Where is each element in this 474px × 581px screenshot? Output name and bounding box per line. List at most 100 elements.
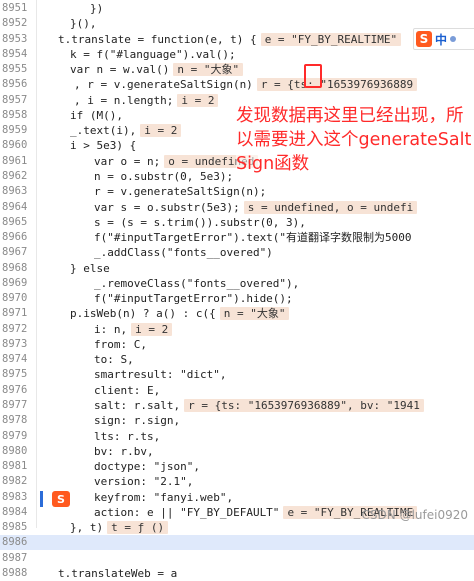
line-number[interactable]: 8951 — [2, 1, 34, 16]
inline-value-hint: n = "大象" — [173, 63, 244, 77]
code-line[interactable]: 8972 i: n, i = 2 — [0, 322, 474, 337]
code-statement: version: "2.1", — [94, 475, 194, 489]
line-number[interactable]: 8954 — [2, 47, 34, 62]
code-editor[interactable]: 8951}) 8952}(), 8953 t.translate = function… — [0, 0, 474, 580]
sogou-small-icon[interactable]: S — [52, 491, 70, 507]
ime-toolbar[interactable]: S 中 — [413, 28, 474, 50]
line-number[interactable]: 8978 — [2, 413, 34, 428]
code-text: var o = n; o = undefined — [94, 154, 259, 169]
line-number[interactable]: 8959 — [2, 123, 34, 138]
code-line[interactable]: 8988 t.translateWeb = a — [0, 566, 474, 581]
code-statement: , i = n.length; — [74, 93, 174, 107]
line-number[interactable]: 8981 — [2, 459, 34, 474]
line-number[interactable]: 8958 — [2, 108, 34, 123]
code-statement: f("#inputTargetError").hide(); — [94, 292, 293, 306]
code-line[interactable]: 8973 from: C, — [0, 337, 474, 352]
code-text: t.translate = function(e, t) {e = "FY_BY… — [58, 32, 402, 47]
line-number[interactable]: 8962 — [2, 169, 34, 184]
line-number[interactable]: 8972 — [2, 322, 34, 337]
line-number[interactable]: 8983 — [2, 490, 34, 505]
code-text: r = v.generateSaltSign(n); — [94, 184, 266, 199]
line-number[interactable]: 8976 — [2, 383, 34, 398]
code-text: _.addClass("fonts__overed") — [94, 245, 273, 260]
code-line[interactable]: 8979 lts: r.ts, — [0, 429, 474, 444]
line-number[interactable]: 8960 — [2, 138, 34, 153]
code-text: smartresult: "dict", — [94, 367, 226, 382]
code-text: _.removeClass("fonts__overed"), — [94, 276, 299, 291]
code-line[interactable]: 8980 bv: r.bv, — [0, 444, 474, 459]
code-line[interactable]: 8967 _.addClass("fonts__overed") — [0, 245, 474, 260]
line-number[interactable]: 8969 — [2, 276, 34, 291]
code-line[interactable]: 8963 r = v.generateSaltSign(n); — [0, 184, 474, 199]
code-text: keyfrom: "fanyi.web", — [94, 490, 233, 505]
code-line[interactable]: 8953 t.translate = function(e, t) {e = "F… — [0, 32, 474, 47]
sogou-logo-icon[interactable]: S — [416, 31, 432, 47]
code-line[interactable]: 8982 version: "2.1", — [0, 474, 474, 489]
line-number[interactable]: 8952 — [2, 16, 34, 31]
code-line[interactable]: 8951}) — [0, 1, 474, 16]
line-number[interactable]: 8975 — [2, 367, 34, 382]
ime-mode-indicator[interactable]: 中 — [435, 31, 447, 48]
code-statement: t.translateWeb = a — [58, 566, 178, 580]
line-number[interactable]: 8966 — [2, 230, 34, 245]
line-number[interactable]: 8956 — [2, 77, 34, 92]
code-line[interactable]: 8954 k = f("#language").val(); — [0, 47, 474, 62]
code-line[interactable]: 8977 salt: r.salt, r = {ts: "1653976936889… — [0, 398, 474, 413]
code-line[interactable]: 8987 — [0, 551, 474, 566]
code-line[interactable]: 8970 f("#inputTargetError").hide(); — [0, 291, 474, 306]
line-number[interactable]: 8984 — [2, 505, 34, 520]
code-line[interactable]: 8965 s = (s = s.trim()).substr(0, 3), — [0, 215, 474, 230]
code-text: doctype: "json", — [94, 459, 200, 474]
code-line[interactable]: 8976 client: E, — [0, 383, 474, 398]
line-number[interactable]: 8973 — [2, 337, 34, 352]
code-line[interactable]: 8981 doctype: "json", — [0, 459, 474, 474]
code-line[interactable]: 8971 p.isWeb(n) ? a() : c({n = "大象" — [0, 306, 474, 321]
line-number[interactable]: 8961 — [2, 154, 34, 169]
line-number[interactable]: 8979 — [2, 429, 34, 444]
code-line[interactable]: 8983 keyfrom: "fanyi.web", — [0, 490, 474, 505]
execution-line-marker — [40, 491, 43, 507]
line-number[interactable]: 8982 — [2, 474, 34, 489]
inline-value-hint: i = 2 — [140, 124, 182, 138]
ime-status-dot-icon — [450, 36, 457, 42]
code-statement: var o = n; — [94, 154, 161, 168]
code-statement: keyfrom: "fanyi.web", — [94, 490, 234, 504]
code-line[interactable]: 8978 sign: r.sign, — [0, 413, 474, 428]
code-statement: , r = v.generateSaltSign(n) — [74, 78, 253, 92]
code-statement: s = (s = s.trim()).substr(0, 3), — [94, 215, 306, 229]
code-line[interactable]: 8956 , r = v.generateSaltSign(n) r = {ts: … — [0, 77, 474, 92]
code-statement: smartresult: "dict", — [94, 368, 227, 382]
line-number[interactable]: 8963 — [2, 184, 34, 199]
line-number[interactable]: 8970 — [2, 291, 34, 306]
code-statement: i: n, — [94, 322, 128, 336]
code-line[interactable]: 8964 var s = o.substr(5e3); s = undefined,… — [0, 200, 474, 215]
line-number[interactable]: 8988 — [2, 566, 34, 581]
line-number[interactable]: 8957 — [2, 93, 34, 108]
line-number[interactable]: 8965 — [2, 215, 34, 230]
line-number[interactable]: 8980 — [2, 444, 34, 459]
line-number[interactable]: 8986 — [2, 535, 34, 550]
code-text: to: S, — [94, 352, 134, 367]
line-number[interactable]: 8955 — [2, 62, 34, 77]
code-line[interactable]: 8955 var n = w.val() n = "大象" — [0, 62, 474, 77]
code-statement: r = v.generateSaltSign(n); — [94, 185, 267, 199]
code-line[interactable]: 8952}(), — [0, 16, 474, 31]
code-line[interactable]: 8966 f("#inputTargetError").text("有道翻译字数限… — [0, 230, 474, 245]
code-line[interactable]: 8968 } else — [0, 261, 474, 276]
code-statement: } else — [70, 261, 110, 275]
annotation-note: 发现数据再这里已经出现，所以需要进入这个generateSaltSign函数 — [236, 106, 472, 174]
line-number[interactable]: 8987 — [2, 551, 34, 566]
line-number[interactable]: 8964 — [2, 200, 34, 215]
line-number[interactable]: 8967 — [2, 245, 34, 260]
line-number[interactable]: 8977 — [2, 398, 34, 413]
code-statement: salt: r.salt, — [94, 399, 181, 413]
code-line[interactable]: 8975 smartresult: "dict", — [0, 367, 474, 382]
code-line[interactable]: 8986 — [0, 535, 474, 551]
line-number[interactable]: 8953 — [2, 32, 34, 47]
line-number[interactable]: 8968 — [2, 261, 34, 276]
line-number[interactable]: 8974 — [2, 352, 34, 367]
code-line[interactable]: 8974 to: S, — [0, 352, 474, 367]
code-line[interactable]: 8969 _.removeClass("fonts__overed"), — [0, 276, 474, 291]
code-statement: n = o.substr(0, 5e3); — [94, 169, 234, 183]
line-number[interactable]: 8971 — [2, 306, 34, 321]
